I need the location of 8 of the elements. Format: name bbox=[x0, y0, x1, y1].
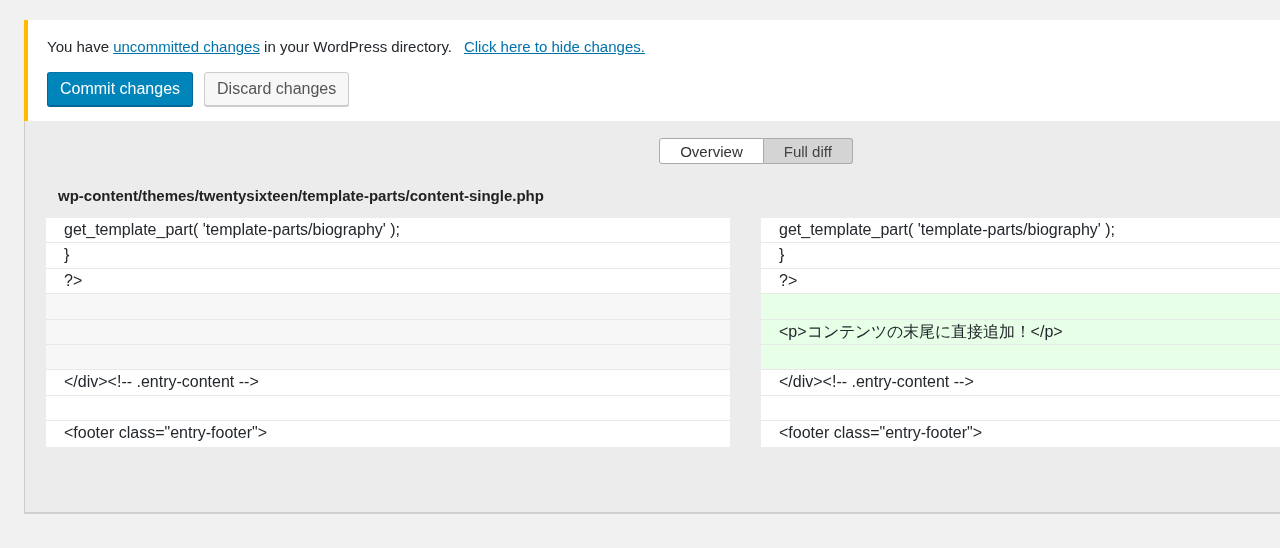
view-tab[interactable]: Full diff bbox=[763, 138, 853, 164]
view-tab[interactable]: Overview bbox=[659, 138, 764, 164]
file-path: wp-content/themes/twentysixteen/template-parts/content-single.php bbox=[58, 187, 545, 204]
hide-changes-link[interactable]: Click here to hide changes. bbox=[463, 38, 645, 55]
notice-message: You have uncommitted changes in your WordPress directory. bbox=[47, 38, 452, 55]
discard-button[interactable]: Discard changes bbox=[204, 72, 350, 106]
commit-button[interactable]: Commit changes bbox=[47, 72, 194, 106]
uncommitted-changes-link[interactable]: uncommitted changes bbox=[113, 38, 260, 55]
